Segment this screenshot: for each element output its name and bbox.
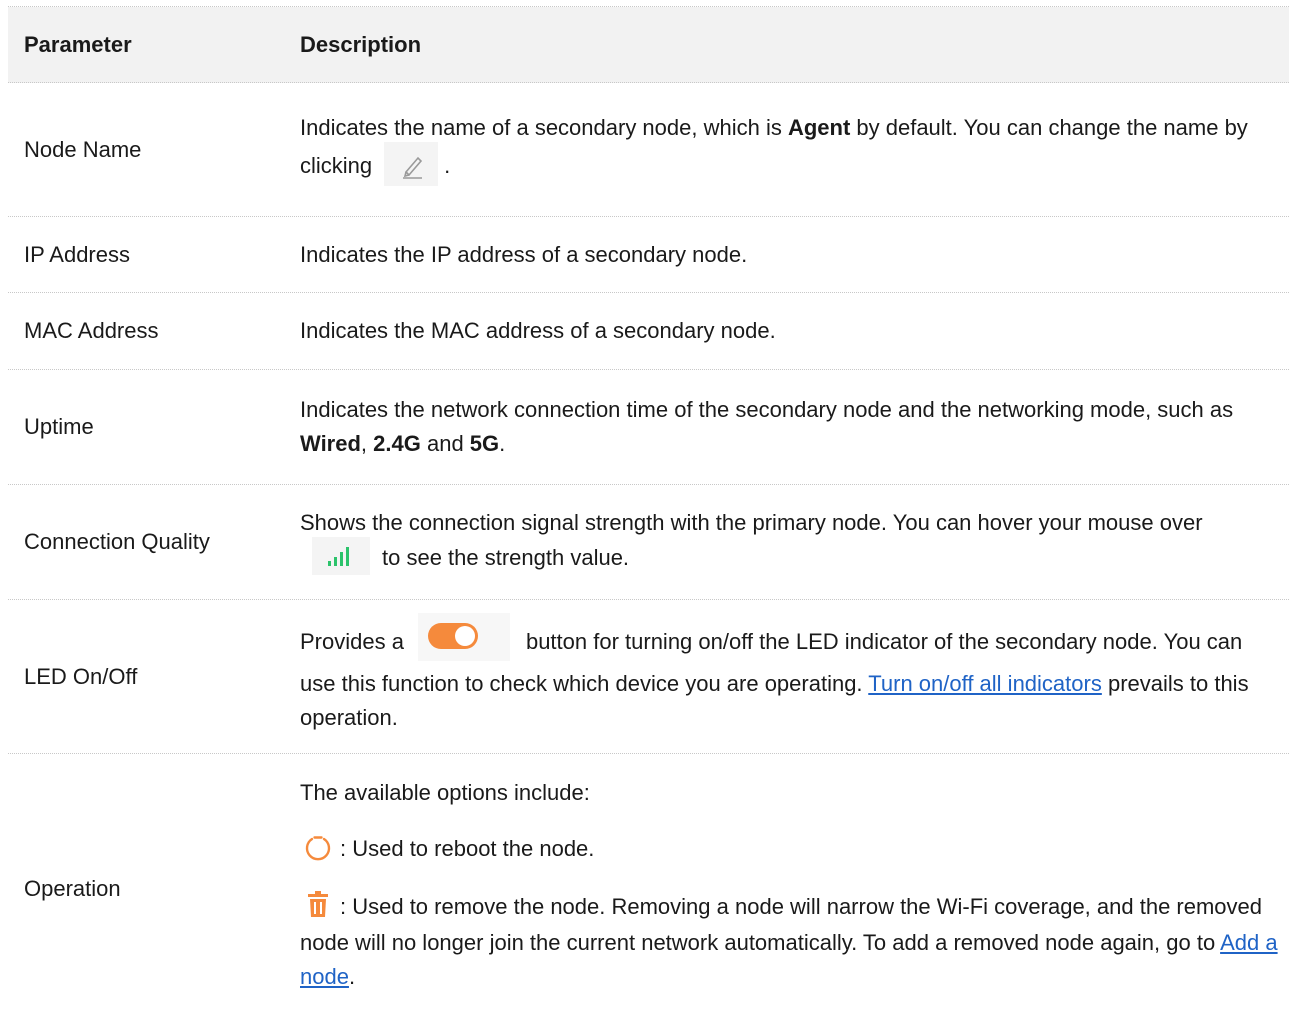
param-operation: Operation [24,876,121,901]
operation-remove: : Used to remove the node. Removing a no… [300,890,1281,994]
table-header-row: Parameter Description [8,7,1289,83]
operation-intro: The available options include: [300,779,590,805]
table-row: Connection Quality Shows the connection … [8,485,1289,600]
desc-connection-quality: Shows the connection signal strength wit… [284,485,1289,599]
desc-operation: The available options include: : Used to… [284,754,1289,1024]
table-row: Node Name Indicates the name of a second… [8,83,1289,217]
table-row: IP Address Indicates the IP address of a… [8,217,1289,293]
desc-led-on-off: Provides a button for turning on/off the… [284,600,1289,753]
param-mac-address: MAC Address [24,318,159,343]
param-uptime: Uptime [24,414,94,439]
parameter-table: Parameter Description Node Name Indicate… [8,6,1289,1024]
param-node-name: Node Name [24,136,142,162]
header-description: Description [300,31,422,57]
power-icon[interactable] [300,830,336,866]
desc-text: Indicates the name of a secondary node, … [300,111,1281,189]
header-parameter: Parameter [24,31,132,57]
pencil-icon [384,141,439,186]
desc-node-name: Indicates the name of a secondary node, … [284,83,1289,216]
turn-on-off-all-indicators-link[interactable]: Turn on/off all indicators [868,671,1102,696]
desc-ip-address: Indicates the IP address of a secondary … [300,241,748,267]
operation-reboot: : Used to reboot the node. [300,832,1281,868]
param-ip-address: IP Address [24,241,130,267]
desc-mac-address: Indicates the MAC address of a secondary… [300,318,776,343]
desc-uptime: Indicates the network connection time of… [300,397,1234,456]
toggle-switch-icon[interactable] [417,612,510,661]
table-row: Operation The available options include:… [8,754,1289,1024]
table-row: MAC Address Indicates the MAC address of… [8,293,1289,370]
param-led-on-off: LED On/Off [24,663,138,689]
table-row: LED On/Off Provides a button for turning… [8,600,1289,754]
trash-icon[interactable] [300,888,336,924]
signal-bars-icon[interactable] [312,537,370,575]
param-connection-quality: Connection Quality [24,529,210,554]
table-row: Uptime Indicates the network connection … [8,370,1289,485]
